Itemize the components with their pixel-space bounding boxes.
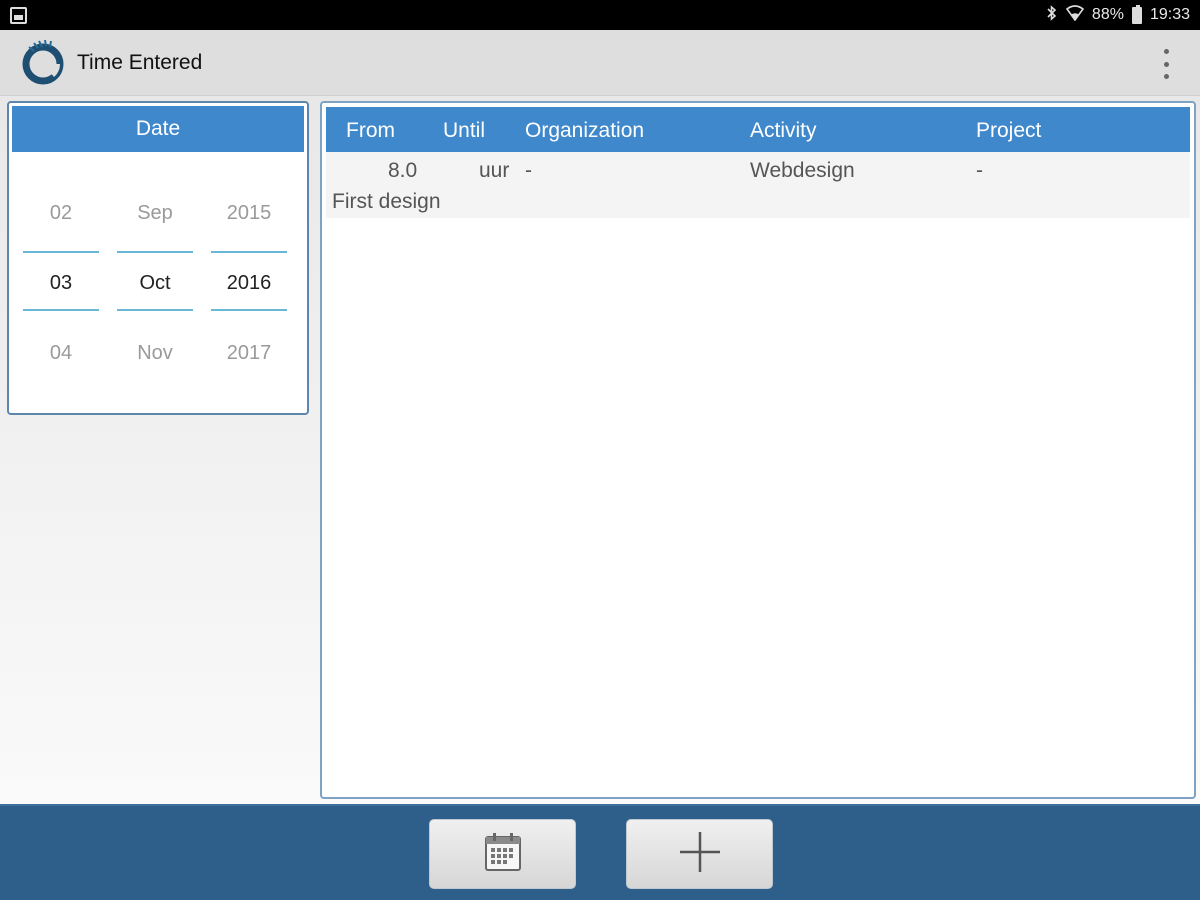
battery-percent: 88% — [1091, 6, 1124, 23]
cell-activity: Webdesign — [750, 159, 855, 182]
status-bar: 88% 19:33 — [0, 0, 1200, 30]
app-bar: Time Entered — [0, 30, 1200, 96]
date-panel-header: Date — [12, 106, 304, 152]
add-entry-button[interactable] — [626, 819, 773, 889]
column-header-until: Until — [443, 119, 486, 142]
day-next[interactable]: 04 — [23, 342, 99, 365]
app-logo-icon — [20, 37, 66, 87]
entries-table: From Until Organization Activity Project… — [320, 101, 1196, 799]
calendar-icon — [483, 831, 523, 878]
status-bar-right: 88% 19:33 — [1046, 0, 1190, 30]
day-picker[interactable]: 02 03 04 — [23, 153, 99, 413]
wifi-icon — [1065, 5, 1085, 25]
column-header-project: Project — [976, 119, 1042, 142]
table-row[interactable]: 8.0 uur - Webdesign - First design — [326, 152, 1190, 218]
column-header-activity: Activity — [750, 119, 817, 142]
picker-divider — [23, 251, 99, 253]
day-prev[interactable]: 02 — [23, 202, 99, 225]
cell-unit: uur — [479, 159, 510, 182]
bottom-toolbar — [0, 804, 1200, 900]
year-selected[interactable]: 2016 — [211, 272, 287, 295]
day-selected[interactable]: 03 — [23, 272, 99, 295]
battery-icon — [1131, 4, 1142, 24]
calendar-button[interactable] — [429, 819, 576, 889]
date-panel: Date 02 03 04 Sep Oct Nov 2015 2016 2017 — [7, 101, 309, 415]
overflow-dot — [1163, 49, 1169, 54]
year-next[interactable]: 2017 — [211, 342, 287, 365]
picker-divider — [211, 309, 287, 311]
month-picker[interactable]: Sep Oct Nov — [117, 153, 193, 413]
month-selected[interactable]: Oct — [117, 272, 193, 295]
month-next[interactable]: Nov — [117, 342, 193, 365]
cell-organization: - — [525, 159, 532, 182]
column-header-from: From — [346, 119, 395, 142]
column-header-organization: Organization — [525, 119, 645, 142]
year-picker[interactable]: 2015 2016 2017 — [211, 153, 287, 413]
picker-divider — [23, 309, 99, 311]
cell-project: - — [976, 159, 983, 182]
picker-divider — [117, 309, 193, 311]
picker-divider — [211, 251, 287, 253]
date-picker[interactable]: 02 03 04 Sep Oct Nov 2015 2016 2017 — [9, 153, 307, 413]
table-header: From Until Organization Activity Project — [326, 107, 1190, 152]
cell-hours: 8.0 — [388, 159, 418, 182]
plus-icon — [678, 830, 722, 879]
year-prev[interactable]: 2015 — [211, 202, 287, 225]
bluetooth-icon — [1046, 5, 1058, 25]
overflow-dot — [1163, 74, 1169, 79]
notification-icon — [10, 7, 27, 24]
cell-description: First design — [332, 190, 441, 213]
month-prev[interactable]: Sep — [117, 202, 193, 225]
picker-divider — [117, 251, 193, 253]
overflow-menu-icon[interactable] — [1160, 49, 1172, 79]
page-title: Time Entered — [77, 51, 203, 74]
clock: 19:33 — [1149, 6, 1190, 23]
overflow-dot — [1163, 61, 1169, 67]
